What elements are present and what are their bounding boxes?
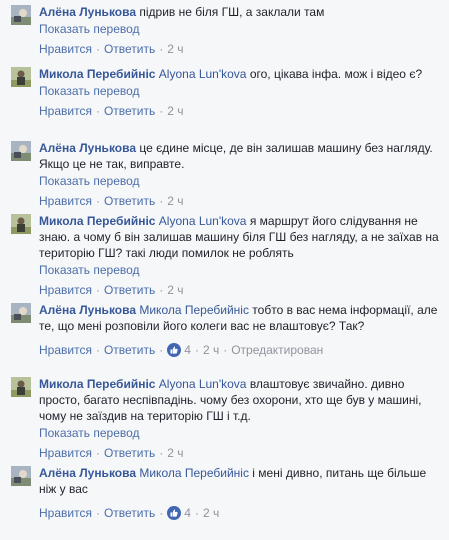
like-link[interactable]: Нравится	[39, 103, 92, 119]
avatar[interactable]	[11, 214, 31, 234]
translate-link[interactable]: Показать перевод	[39, 21, 443, 37]
separator: ·	[159, 506, 164, 520]
reply-link[interactable]: Ответить	[104, 103, 155, 119]
separator: ·	[95, 42, 100, 56]
reply-link[interactable]: Ответить	[104, 41, 155, 57]
separator: ·	[194, 343, 199, 357]
like-link[interactable]: Нравится	[39, 342, 92, 358]
comment-message: ого, цікава інфа. мож і відео є?	[249, 67, 423, 81]
like-link[interactable]: Нравится	[39, 193, 92, 209]
reply-link[interactable]: Ответить	[104, 193, 155, 209]
separator: ·	[95, 104, 100, 118]
separator: ·	[159, 42, 164, 56]
avatar[interactable]	[11, 141, 31, 161]
separator: ·	[95, 194, 100, 208]
comment-actions: Нравится · Ответить · 2 ч	[39, 103, 443, 119]
comment-text: Алёна Лунькова Микола Перебийніс тобто в…	[39, 302, 443, 334]
separator: ·	[95, 283, 100, 297]
separator: ·	[95, 343, 100, 357]
thumbs-up-icon	[167, 343, 182, 357]
comment-actions: Нравится · Ответить · 2 ч	[39, 41, 443, 57]
comment-actions: Нравится · Ответить · 2 ч	[39, 193, 443, 209]
translate-link[interactable]: Показать перевод	[39, 425, 443, 441]
like-link[interactable]: Нравится	[39, 282, 92, 298]
translate-link[interactable]: Показать перевод	[39, 83, 443, 99]
comment-message: підрив не біля ГШ, а заклали там	[139, 5, 325, 19]
avatar[interactable]	[11, 377, 31, 397]
separator: ·	[95, 446, 100, 460]
separator: ·	[159, 446, 164, 460]
comment-author[interactable]: Алёна Лунькова	[39, 303, 136, 317]
like-link[interactable]: Нравится	[39, 445, 92, 461]
mention-link[interactable]: Микола Перебийніс	[139, 303, 249, 317]
comment-author[interactable]: Алёна Лунькова	[39, 5, 136, 19]
mention-link[interactable]: Alyona Lun'kova	[159, 214, 247, 228]
comment-text: Алёна Лунькова це єдине місце, де він за…	[39, 140, 443, 172]
comment-time[interactable]: 2 ч	[167, 193, 183, 209]
comment-time[interactable]: 2 ч	[167, 103, 183, 119]
separator: ·	[159, 104, 164, 118]
like-link[interactable]: Нравится	[39, 41, 92, 57]
comment-time[interactable]: 2 ч	[203, 342, 219, 358]
comment-time[interactable]: 2 ч	[167, 41, 183, 57]
comment-author[interactable]: Микола Перебийніс	[39, 67, 155, 81]
comment-text: Алёна Лунькова Микола Перебийніс і мені …	[39, 465, 443, 497]
reply-link[interactable]: Ответить	[104, 282, 155, 298]
comment-author[interactable]: Алёна Лунькова	[39, 141, 136, 155]
comment-time[interactable]: 2 ч	[167, 282, 183, 298]
like-count-badge[interactable]: 4	[167, 342, 191, 358]
comment-actions: Нравится · Ответить · 2 ч	[39, 445, 443, 461]
avatar[interactable]	[11, 5, 31, 25]
comment-actions: Нравится · Ответить · 4 · 2 ч · Отредакт…	[39, 342, 443, 358]
mention-link[interactable]: Alyona Lun'kova	[159, 67, 247, 81]
comment-text: Микола Перебийніс Alyona Lun'kova я марш…	[39, 213, 443, 261]
avatar[interactable]	[11, 67, 31, 87]
separator: ·	[159, 194, 164, 208]
comment-text: Алёна Лунькова підрив не біля ГШ, а закл…	[39, 4, 443, 20]
comment-author[interactable]: Алёна Лунькова	[39, 466, 136, 480]
like-count: 4	[184, 343, 191, 357]
separator: ·	[159, 343, 164, 357]
comment-text: Микола Перебийніс Alyona Lun'kova ого, ц…	[39, 66, 443, 82]
comment-actions: Нравится · Ответить · 4 · 2 ч	[39, 505, 443, 521]
comment-time[interactable]: 2 ч	[203, 505, 219, 521]
avatar[interactable]	[11, 466, 31, 486]
separator: ·	[159, 283, 164, 297]
translate-link[interactable]: Показать перевод	[39, 173, 443, 189]
comment-thread: Алёна Лунькова підрив не біля ГШ, а закл…	[0, 0, 449, 540]
separator: ·	[194, 506, 199, 520]
comment-text: Микола Перебийніс Alyona Lun'kova влашто…	[39, 376, 443, 424]
thumbs-up-icon	[167, 506, 182, 520]
reply-link[interactable]: Ответить	[104, 342, 155, 358]
like-count-badge[interactable]: 4	[167, 505, 191, 521]
reply-link[interactable]: Ответить	[104, 505, 155, 521]
like-link[interactable]: Нравится	[39, 505, 92, 521]
mention-link[interactable]: Alyona Lun'kova	[159, 377, 247, 391]
separator: ·	[223, 343, 228, 357]
comment-author[interactable]: Микола Перебийніс	[39, 214, 155, 228]
translate-link[interactable]: Показать перевод	[39, 262, 443, 278]
reply-link[interactable]: Ответить	[104, 445, 155, 461]
comment-actions: Нравится · Ответить · 2 ч	[39, 282, 443, 298]
mention-link[interactable]: Микола Перебийніс	[139, 466, 249, 480]
comment-author[interactable]: Микола Перебийніс	[39, 377, 155, 391]
comment-time[interactable]: 2 ч	[167, 445, 183, 461]
avatar[interactable]	[11, 303, 31, 323]
edited-label[interactable]: Отредактирован	[231, 342, 323, 358]
like-count: 4	[184, 506, 191, 520]
separator: ·	[95, 506, 100, 520]
